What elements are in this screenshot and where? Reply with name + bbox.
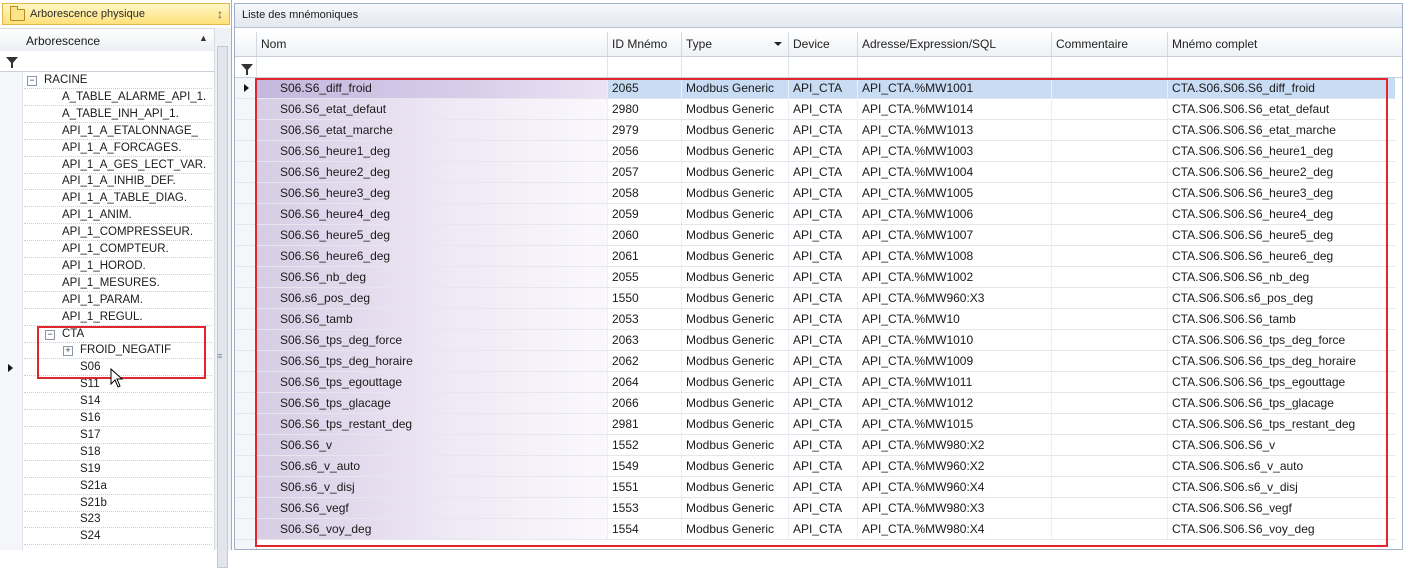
scroll-grip-icon: ≡ xyxy=(217,351,223,361)
tree-node[interactable]: API_1_A_FORCAGES. xyxy=(0,140,214,157)
column-header-adresse[interactable]: Adresse/Expression/SQL xyxy=(857,32,1051,56)
tree-node-label: API_1_ANIM. xyxy=(62,209,132,222)
mouse-cursor-icon xyxy=(110,368,124,388)
column-header-label: Nom xyxy=(261,37,287,51)
tree-node[interactable]: API_1_A_GES_LECT_VAR. xyxy=(0,157,214,174)
tree-node-s21a[interactable]: S21a xyxy=(0,478,214,495)
tree-node-label: A_TABLE_ALARME_API_1. xyxy=(62,90,207,103)
tree-node-label: API_1_A_ETALONNAGE_ xyxy=(62,124,198,137)
tree-node-label: S16 xyxy=(80,412,101,424)
column-header-label: ID Mnémo xyxy=(612,37,668,51)
tree-node-s14[interactable]: S14 xyxy=(0,393,214,411)
minus-icon[interactable]: − xyxy=(27,76,37,86)
tree-node[interactable]: API_1_COMPTEUR. xyxy=(0,241,214,258)
tree-node-label: API_1_A_TABLE_DIAG. xyxy=(62,192,188,205)
tree-node-label: S24 xyxy=(80,530,101,543)
tree-scrollbar[interactable]: ≡ xyxy=(214,28,231,568)
folder-icon xyxy=(10,6,25,21)
column-header-mnemo-complet[interactable]: Mnémo complet xyxy=(1167,32,1395,56)
tree-node-s21b[interactable]: S21b xyxy=(0,495,214,512)
column-header-label: Device xyxy=(793,37,830,51)
tree-node-label: S19 xyxy=(80,462,101,475)
filter-icon[interactable] xyxy=(6,57,18,68)
column-header-label: Mnémo complet xyxy=(1172,37,1258,51)
mnemonics-panel-title: Liste des mnémoniques xyxy=(242,9,359,21)
tree-node[interactable]: API_1_REGUL. xyxy=(0,309,214,326)
tree-node-label: API_1_COMPTEUR. xyxy=(62,243,169,255)
tree-node-label: API_1_MESURES. xyxy=(62,276,160,289)
tree-scroll-thumb[interactable] xyxy=(217,46,228,568)
tree-node[interactable]: API_1_A_ETALONNAGE_ xyxy=(0,123,214,140)
column-header-nom[interactable]: Nom xyxy=(256,32,607,56)
tree-node[interactable]: API_1_COMPRESSEUR. xyxy=(0,224,214,242)
tree-node-label: API_1_REGUL. xyxy=(62,310,143,323)
tree-node[interactable]: API_1_ANIM. xyxy=(0,207,214,225)
mnemonics-panel-titlebar: Liste des mnémoniques xyxy=(235,4,1402,28)
filter-cell-type[interactable] xyxy=(681,57,789,77)
chevron-down-icon[interactable] xyxy=(774,42,782,46)
column-header-label: Type xyxy=(686,37,713,51)
column-header-commentaire[interactable]: Commentaire xyxy=(1051,32,1167,56)
filter-cell-nom[interactable] xyxy=(256,57,608,77)
row-arrow-icon xyxy=(244,84,249,92)
tree-node-label: RACINE xyxy=(44,74,88,86)
tree-node-label: S17 xyxy=(80,428,101,441)
tree-node-label: S21b xyxy=(80,496,107,509)
column-header-label: Commentaire xyxy=(1056,37,1129,51)
filter-cell-id-mnemo[interactable] xyxy=(607,57,682,77)
tree-node-s24[interactable]: S24 xyxy=(0,528,214,546)
tree-node-label: API_1_A_GES_LECT_VAR. xyxy=(62,158,207,171)
tree-node-s17[interactable]: S17 xyxy=(0,427,214,444)
filter-cell-device[interactable] xyxy=(788,57,858,77)
tree-node-s19[interactable]: S19 xyxy=(0,461,214,478)
physical-tree-panel: Arborescence physique ↕ Arborescence ▲ −… xyxy=(0,0,232,568)
tree-node[interactable]: API_1_PARAM. xyxy=(0,292,214,309)
annotation-highlight-box xyxy=(255,78,1388,547)
tree-panel-title: Arborescence physique xyxy=(30,8,145,20)
tree-node[interactable]: API_1_A_INHIB_DEF. xyxy=(0,173,214,191)
column-header-label: Adresse/Expression/SQL xyxy=(862,37,997,51)
grid-filter-row[interactable] xyxy=(235,57,1402,78)
tree-panel-titlebar[interactable]: Arborescence physique ↕ xyxy=(2,3,230,25)
pin-icon[interactable]: ↕ xyxy=(217,4,223,24)
filter-cell-adresse[interactable] xyxy=(857,57,1052,77)
column-header-id-mnemo[interactable]: ID Mnémo xyxy=(607,32,681,56)
filter-icon[interactable] xyxy=(241,64,253,75)
tree-node[interactable]: A_TABLE_ALARME_API_1. xyxy=(0,89,214,106)
tree-node-label: API_1_HOROD. xyxy=(62,259,146,272)
filter-cell-mnemo-complet[interactable] xyxy=(1167,57,1396,77)
tree-node-label: S18 xyxy=(80,445,101,458)
tree-column-header-label: Arborescence xyxy=(26,34,101,48)
tree-node-s18[interactable]: S18 xyxy=(0,444,214,461)
tree-node-label: API_1_PARAM. xyxy=(62,293,143,306)
sort-ascending-icon[interactable]: ▲ xyxy=(199,33,208,43)
tree-node[interactable]: API_1_A_TABLE_DIAG. xyxy=(0,190,214,208)
filter-cell-commentaire[interactable] xyxy=(1051,57,1168,77)
tree-column-header[interactable]: Arborescence ▲ xyxy=(0,28,214,52)
tree-node-label: A_TABLE_INH_API_1. xyxy=(62,107,179,120)
column-header-device[interactable]: Device xyxy=(788,32,857,56)
tree-node-label: S23 xyxy=(80,513,101,526)
tree-node-label: API_1_COMPRESSEUR. xyxy=(62,226,194,239)
tree-view: − RACINE A_TABLE_ALARME_API_1. A_TABLE_INH_… xyxy=(0,72,214,550)
tree-filter-row[interactable] xyxy=(0,51,214,72)
tree-node-label: API_1_A_INHIB_DEF. xyxy=(62,175,176,188)
tree-node-label: S14 xyxy=(80,395,101,408)
tree-node-racine[interactable]: − RACINE xyxy=(0,72,214,89)
row-arrow-icon xyxy=(8,364,13,373)
tree-node[interactable]: API_1_MESURES. xyxy=(0,275,214,292)
tree-node-s16[interactable]: S16 xyxy=(0,410,214,427)
column-header-type[interactable]: Type xyxy=(681,32,788,56)
tree-node-s23[interactable]: S23 xyxy=(0,511,214,529)
row-separator xyxy=(24,544,212,546)
tree-node-label: S21a xyxy=(80,479,107,492)
grid-column-headers: Nom ID Mnémo Type Device Adresse/Expression/… xyxy=(235,32,1402,57)
tree-node[interactable]: A_TABLE_INH_API_1. xyxy=(0,106,214,123)
tree-node-label: API_1_A_FORCAGES. xyxy=(62,141,182,154)
tree-node[interactable]: API_1_HOROD. xyxy=(0,258,214,275)
